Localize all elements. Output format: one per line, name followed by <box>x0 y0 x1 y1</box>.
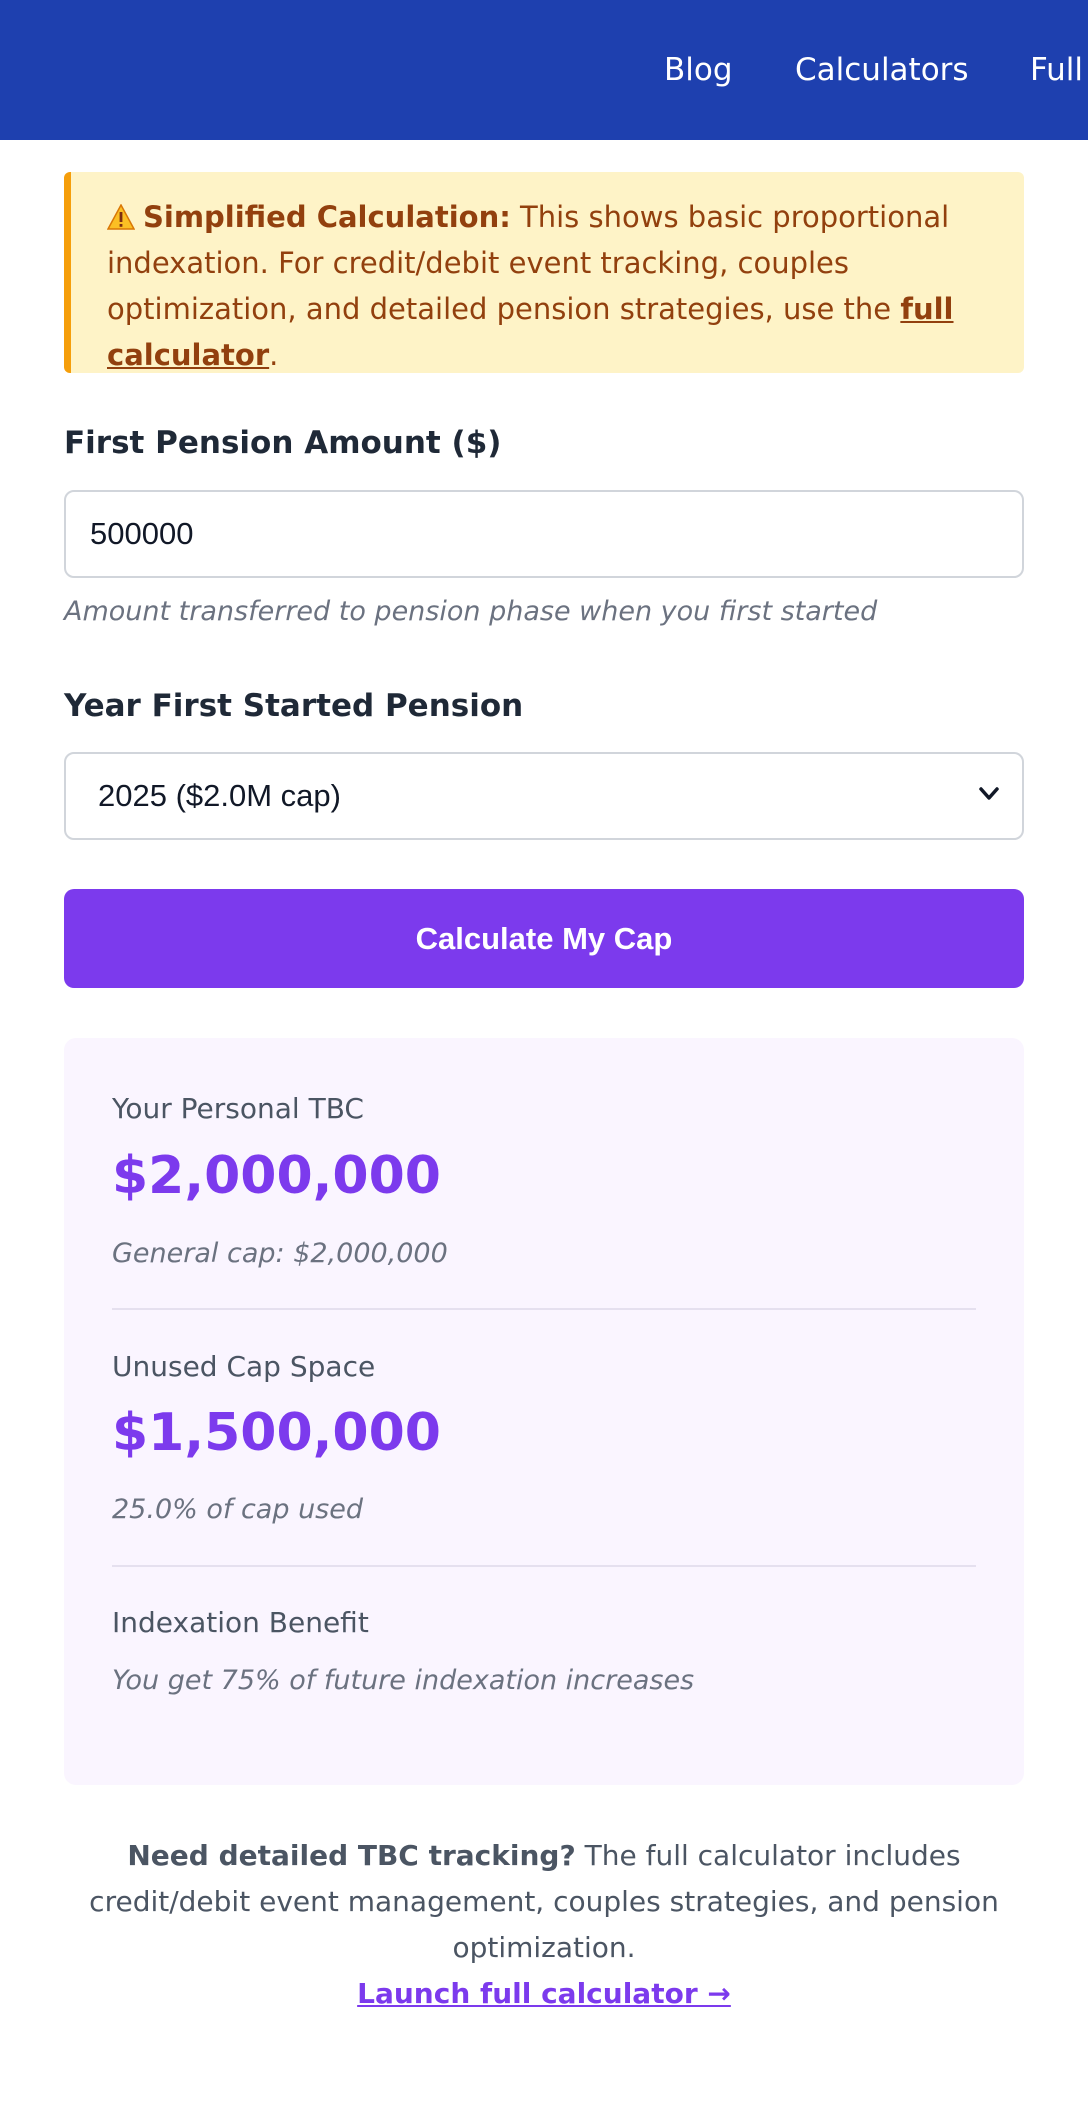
personal-tbc-value: $2,000,000 <box>112 1146 441 1206</box>
nav-link-blog[interactable]: Blog <box>664 46 733 94</box>
unused-cap-value: $1,500,000 <box>112 1403 441 1463</box>
top-navigation-bar: Blog Calculators Full <box>0 0 1088 140</box>
results-divider <box>112 1565 976 1567</box>
indexation-benefit-note: You get 75% of future indexation increas… <box>112 1665 695 1696</box>
nav-link-full[interactable]: Full <box>1030 46 1083 94</box>
chevron-down-icon <box>979 787 999 800</box>
alert-text-end: . <box>269 338 279 372</box>
alert-title: Simplified Calculation: <box>143 200 511 234</box>
promo-heading: Need detailed TBC tracking? <box>127 1839 576 1872</box>
simplified-calculation-alert: Simplified Calculation: This shows basic… <box>64 172 1024 373</box>
indexation-benefit-label: Indexation Benefit <box>112 1606 369 1639</box>
pension-amount-input[interactable] <box>64 490 1024 578</box>
year-started-label: Year First Started Pension <box>64 688 524 724</box>
cap-used-note: 25.0% of cap used <box>112 1494 364 1525</box>
warning-icon <box>107 204 135 230</box>
pension-amount-label: First Pension Amount ($) <box>64 425 502 461</box>
year-started-selected-value: 2025 ($2.0M cap) <box>98 778 341 813</box>
results-divider <box>112 1308 976 1310</box>
year-started-select[interactable]: 2025 ($2.0M cap) <box>64 752 1024 840</box>
pension-amount-hint: Amount transferred to pension phase when… <box>64 596 878 627</box>
nav-link-calculators[interactable]: Calculators <box>795 46 969 94</box>
personal-tbc-label: Your Personal TBC <box>112 1092 364 1125</box>
full-calculator-promo: Need detailed TBC tracking? The full cal… <box>64 1833 1024 2017</box>
calculate-my-cap-button[interactable]: Calculate My Cap <box>64 889 1024 988</box>
unused-cap-label: Unused Cap Space <box>112 1350 376 1383</box>
results-card: Your Personal TBC $2,000,000 General cap… <box>64 1038 1024 1785</box>
main-nav: Blog Calculators Full <box>0 46 1088 94</box>
general-cap-note: General cap: $2,000,000 <box>112 1238 448 1269</box>
launch-full-calculator-link[interactable]: Launch full calculator → <box>357 1977 731 2010</box>
